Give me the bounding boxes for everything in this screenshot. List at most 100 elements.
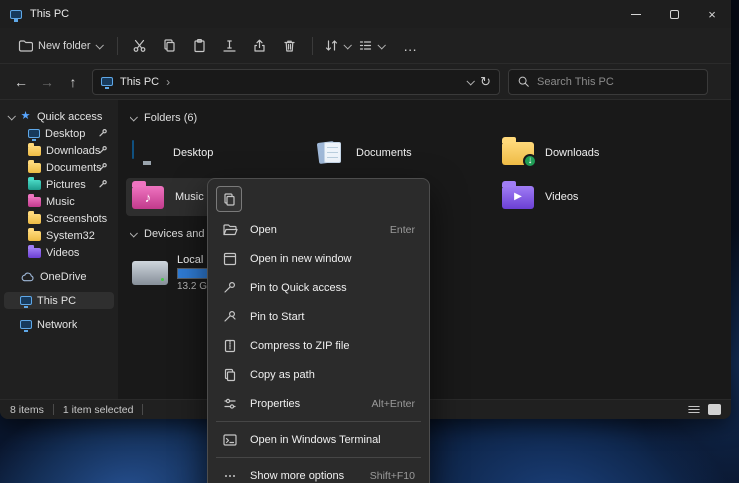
menu-item-pin-to-quick-access[interactable]: Pin to Quick access — [212, 273, 425, 302]
close-button[interactable]: × — [693, 0, 731, 28]
sidebar-item-music[interactable]: Music — [4, 193, 114, 210]
breadcrumb-item-this-pc[interactable]: This PC — [120, 76, 159, 88]
menu-item-open-in-windows-terminal[interactable]: Open in Windows Terminal — [212, 425, 425, 454]
menu-item-open[interactable]: Open Enter — [212, 215, 425, 244]
toolbar-divider — [117, 37, 118, 55]
sidebar-item-label: System32 — [46, 230, 95, 242]
copy-button[interactable] — [155, 32, 185, 60]
sidebar-item-documents[interactable]: Documents — [4, 159, 114, 176]
share-button[interactable] — [245, 32, 275, 60]
sidebar-item-label: Downloads — [46, 145, 100, 157]
menu-item-shortcut: Alt+Enter — [372, 398, 415, 410]
delete-button[interactable] — [275, 32, 305, 60]
paste-button[interactable] — [185, 32, 215, 60]
title-bar[interactable]: This PC × — [0, 0, 731, 28]
close-icon: × — [708, 7, 716, 22]
menu-item-properties[interactable]: Properties Alt+Enter — [212, 389, 425, 418]
collapse-chevron-icon[interactable] — [130, 113, 138, 121]
copy-path-icon — [222, 367, 238, 383]
delete-icon — [282, 38, 297, 53]
sidebar-item-network[interactable]: Network — [4, 316, 114, 333]
up-button[interactable]: ↑ — [60, 69, 86, 95]
view-button[interactable] — [354, 32, 388, 60]
more-options-icon — [222, 468, 238, 483]
videos-folder-icon — [28, 248, 41, 258]
see-more-button[interactable]: … — [396, 32, 426, 60]
chevron-down-icon — [95, 41, 103, 49]
quick-copy-button[interactable] — [216, 186, 242, 212]
videos-folder-icon: ▶ — [502, 186, 534, 209]
window-title: This PC — [30, 8, 69, 20]
rename-icon — [222, 38, 237, 53]
tile-label: Downloads — [545, 147, 599, 159]
tile-documents[interactable]: Documents — [311, 134, 496, 172]
downloads-folder-icon — [28, 146, 41, 156]
address-bar[interactable]: This PC › ↻ — [92, 69, 500, 95]
sidebar-item-videos[interactable]: Videos — [4, 244, 114, 261]
menu-item-label: Open — [250, 224, 277, 236]
refresh-icon[interactable]: ↻ — [480, 74, 491, 90]
forward-button[interactable]: → — [34, 69, 60, 95]
expand-chevron-icon[interactable] — [7, 112, 15, 120]
menu-item-compress-to-zip[interactable]: Compress to ZIP file — [212, 331, 425, 360]
rename-button[interactable] — [215, 32, 245, 60]
pin-to-start-icon — [222, 309, 238, 325]
folders-header-label: Folders (6) — [144, 112, 197, 124]
breadcrumb-chevron-icon[interactable]: › — [166, 75, 170, 89]
cut-icon — [132, 38, 147, 53]
status-divider — [142, 404, 143, 415]
menu-item-open-in-new-window[interactable]: Open in new window — [212, 244, 425, 273]
sidebar-item-pictures[interactable]: Pictures — [4, 176, 114, 193]
music-folder-icon: ♪ — [132, 186, 164, 209]
sidebar-item-onedrive[interactable]: OneDrive — [4, 268, 114, 285]
details-view-toggle-icon[interactable] — [687, 403, 701, 416]
folders-section-header[interactable]: Folders (6) — [130, 110, 731, 126]
menu-item-pin-to-start[interactable]: Pin to Start — [212, 302, 425, 331]
quick-access-star-icon: ★ — [19, 111, 32, 122]
tile-desktop[interactable]: Desktop — [126, 134, 311, 172]
sort-button[interactable] — [320, 32, 354, 60]
forward-icon: → — [40, 74, 54, 90]
new-folder-button[interactable]: New folder — [10, 32, 110, 60]
sidebar-item-quick-access[interactable]: ★ Quick access — [4, 108, 114, 125]
large-icons-view-toggle-icon[interactable] — [708, 404, 721, 415]
search-box[interactable] — [508, 69, 708, 95]
sidebar-item-downloads[interactable]: Downloads — [4, 142, 114, 159]
tile-label: Music — [175, 191, 204, 203]
cut-button[interactable] — [125, 32, 155, 60]
hard-drive-icon — [132, 261, 168, 285]
sidebar-item-this-pc[interactable]: This PC — [4, 292, 114, 309]
desktop-icon — [132, 141, 162, 165]
menu-item-label: Open in new window — [250, 253, 352, 265]
music-note-icon: ♪ — [132, 186, 164, 209]
pin-icon — [222, 280, 238, 296]
folder-icon — [28, 231, 41, 241]
sidebar-item-label: Quick access — [37, 111, 102, 123]
new-folder-label: New folder — [38, 40, 91, 52]
open-icon — [222, 222, 238, 238]
selection-count-label: 1 item selected — [63, 404, 134, 416]
this-pc-icon — [101, 77, 113, 86]
minimize-icon — [631, 14, 641, 15]
sidebar-item-screenshots[interactable]: Screenshots — [4, 210, 114, 227]
address-dropdown-icon[interactable] — [467, 77, 475, 85]
sidebar-item-label: Network — [37, 319, 77, 331]
tile-videos[interactable]: ▶ Videos — [496, 178, 681, 216]
back-button[interactable]: ← — [8, 69, 34, 95]
sidebar-item-system32[interactable]: System32 — [4, 227, 114, 244]
menu-item-label: Show more options — [250, 470, 344, 482]
paste-icon — [192, 38, 207, 53]
menu-separator — [216, 421, 421, 422]
tile-downloads[interactable]: ↓ Downloads — [496, 134, 681, 172]
search-input[interactable] — [537, 76, 699, 88]
menu-item-shortcut: Enter — [390, 224, 415, 236]
sort-icon — [324, 38, 339, 53]
menu-item-copy-as-path[interactable]: Copy as path — [212, 360, 425, 389]
collapse-chevron-icon[interactable] — [130, 229, 138, 237]
maximize-button[interactable] — [655, 0, 693, 28]
menu-item-shortcut: Shift+F10 — [370, 470, 415, 482]
minimize-button[interactable] — [617, 0, 655, 28]
menu-item-show-more-options[interactable]: Show more options Shift+F10 — [212, 461, 425, 483]
copy-icon — [222, 192, 237, 207]
sidebar-item-desktop[interactable]: Desktop — [4, 125, 114, 142]
